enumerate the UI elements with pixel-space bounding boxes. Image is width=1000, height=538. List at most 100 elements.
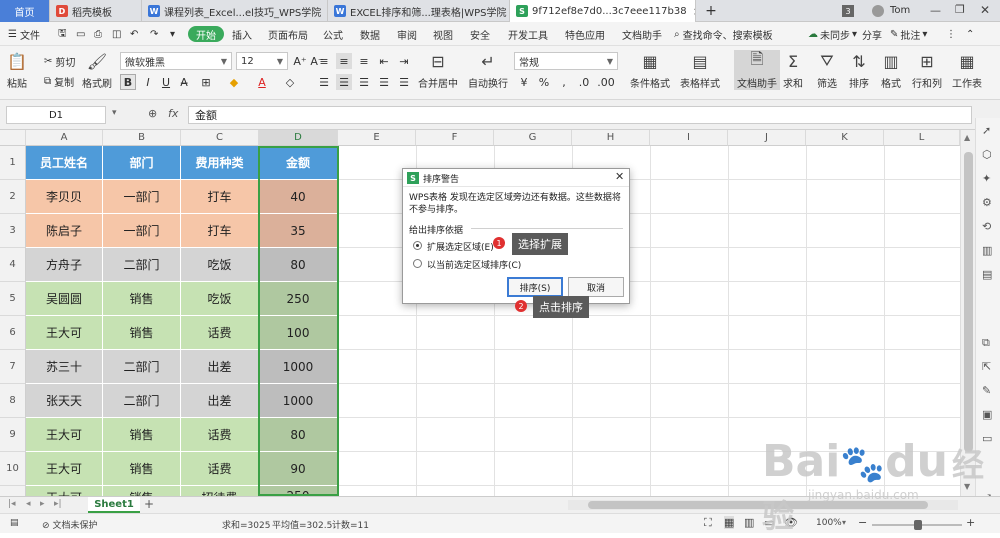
row-header-1[interactable]: 1: [0, 146, 26, 180]
command-search[interactable]: ⌕ 查找命令、搜索模板: [674, 26, 773, 42]
table-cell[interactable]: 李贝贝: [26, 180, 103, 214]
menu-data[interactable]: 数据: [360, 26, 380, 42]
row-header-2[interactable]: 2: [0, 180, 26, 214]
sum-button[interactable]: Σ 求和: [782, 50, 804, 91]
table-cell[interactable]: 陈启子: [26, 214, 103, 248]
thousands-icon[interactable]: ,: [556, 74, 572, 90]
column-header-l[interactable]: L: [884, 130, 960, 146]
font-size-select[interactable]: 12 ▼: [236, 52, 288, 70]
table-cell[interactable]: 一部门: [103, 214, 181, 248]
table-cell[interactable]: 销售: [103, 418, 181, 452]
merge-center-button[interactable]: ⊟ 合并居中: [418, 50, 458, 91]
first-sheet-icon[interactable]: |◂: [8, 499, 16, 509]
row-header-3[interactable]: 3: [0, 214, 26, 248]
window-count-badge[interactable]: 3: [842, 5, 854, 17]
border-icon[interactable]: ⊞: [198, 74, 214, 90]
share-button[interactable]: 分享: [862, 26, 882, 42]
fx-icon[interactable]: fx: [168, 107, 178, 120]
fullscreen-icon[interactable]: ⛶: [704, 516, 712, 530]
table-cell[interactable]: 打车: [181, 180, 259, 214]
table-cell[interactable]: 打车: [181, 214, 259, 248]
tab-spreadsheet[interactable]: S 9f712ef8e7d0...3c7eee117b38 ×: [510, 0, 696, 22]
vertical-scroll-thumb[interactable]: [964, 152, 973, 452]
table-cell[interactable]: 吴圆圆: [26, 282, 103, 316]
worksheet-button[interactable]: ▦ 工作表: [952, 50, 982, 91]
table-cell[interactable]: 招待费: [181, 486, 259, 496]
column-header-e[interactable]: E: [338, 130, 416, 146]
sheet-tab-sheet1[interactable]: Sheet1: [88, 497, 140, 513]
menu-view[interactable]: 视图: [433, 26, 453, 42]
align-left-icon[interactable]: ☰: [316, 74, 332, 90]
table-cell[interactable]: 吃饭: [181, 248, 259, 282]
menu-special[interactable]: 特色应用: [565, 26, 605, 42]
current-selection-label[interactable]: 以当前选定区域排序(C): [427, 258, 521, 271]
table-cell[interactable]: 话费: [181, 452, 259, 486]
column-header-c[interactable]: C: [181, 130, 259, 146]
row-col-button[interactable]: ⊞ 行和列: [912, 50, 942, 91]
last-sheet-icon[interactable]: ▸|: [54, 499, 62, 509]
table-style-button[interactable]: ▤ 表格样式: [680, 50, 720, 91]
filter-button[interactable]: ⛛ 筛选: [816, 50, 838, 90]
table-cell[interactable]: 35: [259, 214, 338, 248]
format-painter-button[interactable]: 🖌 格式刷: [82, 50, 112, 91]
increase-decimal-icon[interactable]: .0: [576, 74, 592, 90]
page-break-view-icon[interactable]: ▥: [744, 516, 754, 529]
align-center-icon[interactable]: ☰: [336, 74, 352, 90]
current-selection-radio[interactable]: [413, 259, 422, 268]
decrease-decimal-icon[interactable]: .00: [597, 74, 615, 90]
underline-button[interactable]: U: [158, 74, 174, 90]
table-cell[interactable]: 一部门: [103, 180, 181, 214]
number-format-select[interactable]: 常规 ▼: [514, 52, 618, 70]
row-header-7[interactable]: 7: [0, 350, 26, 384]
menu-insert[interactable]: 插入: [232, 26, 252, 42]
table-cell[interactable]: 销售: [103, 316, 181, 350]
table-cell[interactable]: 250: [259, 486, 338, 496]
table-cell[interactable]: 二部门: [103, 350, 181, 384]
normal-view-icon[interactable]: ▦: [724, 516, 735, 529]
table-cell[interactable]: 苏三十: [26, 350, 103, 384]
expand-selection-label[interactable]: 扩展选定区域(E): [427, 240, 494, 253]
scroll-up-icon[interactable]: ▲: [964, 133, 970, 142]
tab-excel-sort[interactable]: W EXCEL排序和筛...理表格|WPS学院: [328, 0, 510, 22]
table-cell[interactable]: 销售: [103, 282, 181, 316]
table-cell[interactable]: 王大可: [26, 316, 103, 350]
select-all-corner[interactable]: [0, 130, 26, 146]
collapse-ribbon-icon[interactable]: ⌃: [966, 26, 974, 42]
font-name-select[interactable]: 微软雅黑 ▼: [120, 52, 232, 70]
new-tab-button[interactable]: +: [700, 0, 722, 22]
pointer-icon[interactable]: ➚: [982, 124, 991, 137]
edit-icon[interactable]: ✎: [982, 384, 991, 397]
fill-color-icon[interactable]: ◆: [226, 74, 242, 90]
currency-icon[interactable]: ¥: [516, 74, 532, 90]
folder-icon[interactable]: ▭: [76, 26, 85, 42]
paste-button[interactable]: 📋 粘贴: [6, 50, 28, 91]
properties-icon[interactable]: ⚙: [982, 196, 992, 209]
tab-docer[interactable]: D 稻壳模板: [50, 0, 142, 22]
table-cell[interactable]: 1000: [259, 350, 338, 384]
avatar[interactable]: [872, 5, 884, 17]
sync-status[interactable]: ☁ 未同步 ▾: [808, 26, 857, 42]
table-header-cell[interactable]: 金额: [259, 146, 338, 180]
table-cell[interactable]: 王大可: [26, 486, 103, 496]
menu-security[interactable]: 安全: [470, 26, 490, 42]
cut-button[interactable]: ✂ 剪切: [44, 54, 75, 69]
tab-home[interactable]: 首页: [0, 0, 50, 22]
formula-input[interactable]: 金额: [188, 106, 972, 124]
redo-icon[interactable]: ↷: [150, 26, 158, 42]
minimize-icon[interactable]: —: [930, 4, 941, 17]
chart-icon[interactable]: ▤: [982, 268, 992, 281]
column-header-k[interactable]: K: [806, 130, 884, 146]
save-icon[interactable]: 🖫: [58, 26, 67, 42]
doc-helper-button[interactable]: 🗎 文档助手: [734, 49, 780, 90]
image-icon[interactable]: ▣: [982, 408, 992, 421]
comment-button[interactable]: ✎ 批注 ▾: [890, 26, 927, 42]
expand-selection-radio[interactable]: [413, 241, 422, 250]
tab-home-ribbon[interactable]: 开始: [188, 26, 224, 42]
indent-decrease-icon[interactable]: ⇤: [376, 53, 392, 69]
clear-format-icon[interactable]: ◇: [282, 74, 298, 90]
align-middle-icon[interactable]: ≡: [336, 53, 352, 69]
table-cell[interactable]: 出差: [181, 350, 259, 384]
table-header-cell[interactable]: 员工姓名: [26, 146, 103, 180]
menu-doc-helper[interactable]: 文档助手: [622, 26, 662, 42]
table-header-cell[interactable]: 费用种类: [181, 146, 259, 180]
